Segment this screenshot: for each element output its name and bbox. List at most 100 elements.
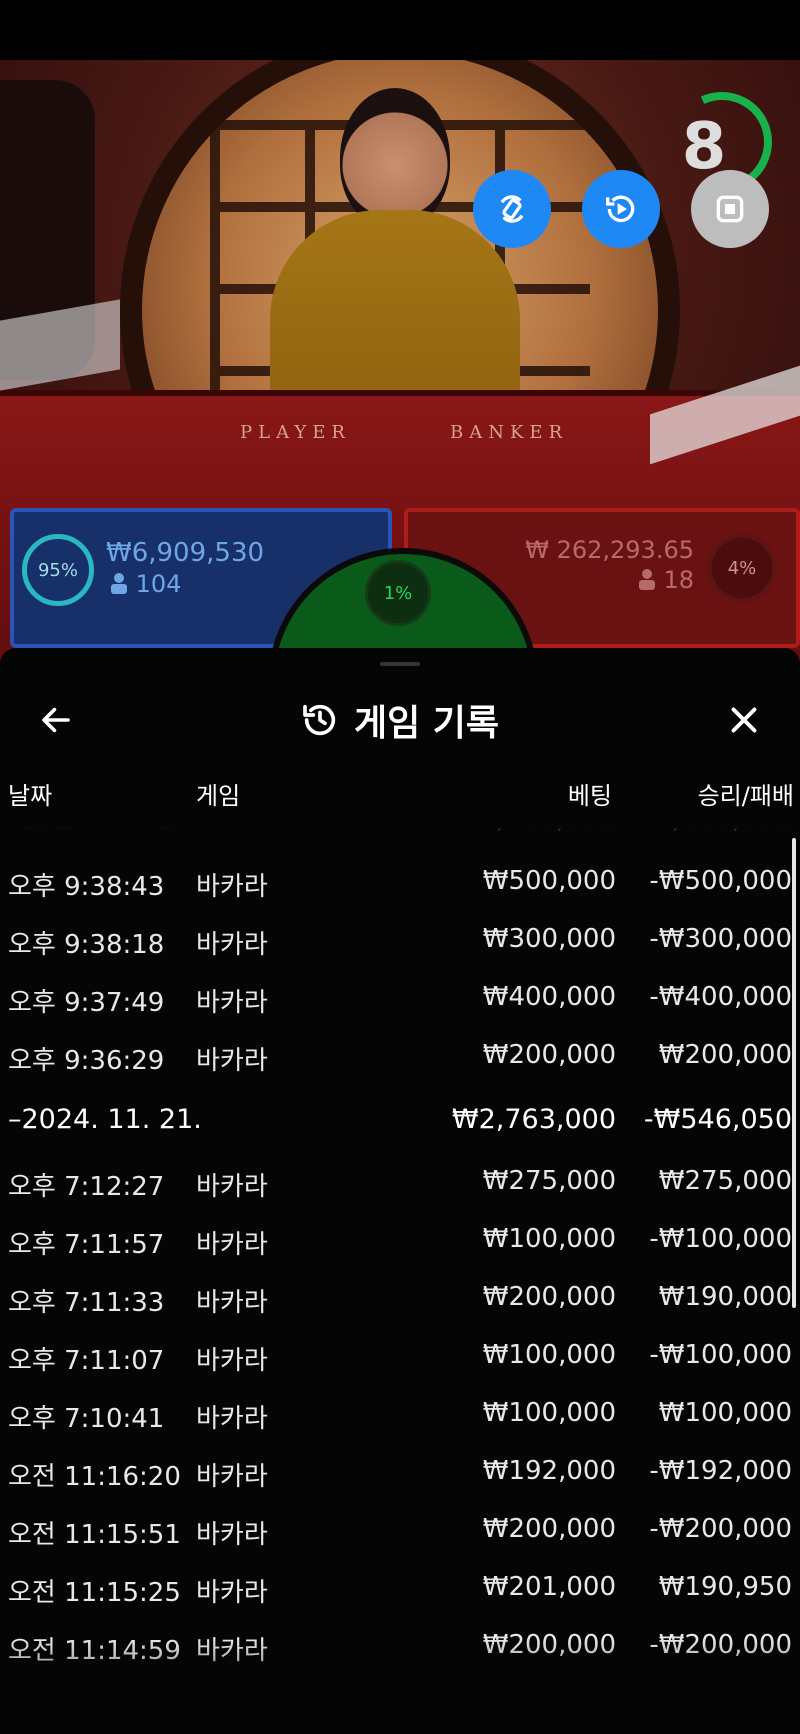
history-bet: ₩200,000	[482, 1282, 616, 1312]
column-header-result: 승리/패배	[697, 782, 794, 810]
column-header-bet: 베팅	[567, 782, 612, 810]
history-time: 오후 7:11:33	[8, 1288, 165, 1318]
history-result: -₩100,000	[649, 1224, 792, 1254]
history-list[interactable]: –2024. 11. 24. ₩1,400,000-₩1,000,000 오후 9:…	[0, 828, 800, 1728]
history-time: 오전 11:15:25	[8, 1578, 181, 1608]
history-row[interactable]: 오후 9:36:29 바카라 ₩200,000 ₩200,000	[0, 1040, 800, 1080]
history-date-group-row[interactable]: –2024. 11. 21. ₩2,763,000 -₩546,050	[0, 1104, 800, 1144]
history-result: -₩200,000	[649, 1630, 792, 1660]
history-bet: ₩201,000	[482, 1572, 616, 1602]
history-game: 바카라	[196, 872, 268, 902]
history-result: -₩200,000	[649, 1514, 792, 1544]
history-result: ₩275,000	[658, 1166, 792, 1196]
history-bet: ₩100,000	[482, 1224, 616, 1254]
person-icon	[638, 569, 655, 590]
history-result: -₩300,000	[649, 924, 792, 954]
player-count-value: 104	[135, 570, 182, 598]
player-bet-amount: ₩6,909,530	[106, 538, 265, 568]
history-bet: ₩200,000	[482, 1514, 616, 1544]
history-bet-total: ₩1,400,000	[452, 828, 616, 835]
history-game: 바카라	[196, 1404, 268, 1434]
history-time: 오후 9:37:49	[8, 988, 165, 1018]
history-time: 오후 7:11:57	[8, 1230, 165, 1260]
banker-percent-ring: 4%	[708, 534, 776, 602]
banker-count: 18	[638, 566, 694, 594]
sheet-drag-handle[interactable]	[380, 662, 420, 666]
history-game: 바카라	[196, 1346, 268, 1376]
history-bet: ₩400,000	[482, 982, 616, 1012]
close-icon	[731, 707, 757, 733]
history-date-group-row[interactable]: –2024. 11. 24. ₩1,400,000-₩1,000,000	[0, 828, 800, 844]
history-row[interactable]: 오후 9:38:18 바카라 ₩300,000 -₩300,000	[0, 924, 800, 964]
history-row[interactable]: 오후 9:37:49 바카라 ₩400,000 -₩400,000	[0, 982, 800, 1022]
game-history-sheet: 게임 기록 날짜 게임 베팅 승리/패배 –2024. 11. 24. ₩1,40…	[0, 648, 800, 1734]
column-header-date: 날짜	[8, 782, 53, 810]
history-time: 오전 11:14:59	[8, 1636, 181, 1666]
history-result-total: -₩1,000,000	[618, 828, 792, 835]
history-row[interactable]: 오전 11:16:20 바카라 ₩192,000 -₩192,000	[0, 1456, 800, 1496]
autoplay-button[interactable]	[582, 170, 660, 248]
sheet-title: 게임 기록	[300, 688, 499, 752]
rotate-icon	[500, 195, 524, 223]
history-bet-total: ₩2,763,000	[451, 1104, 616, 1135]
history-bet: ₩100,000	[482, 1398, 616, 1428]
history-row[interactable]: 오전 11:15:25 바카라 ₩201,000 ₩190,950	[0, 1572, 800, 1612]
history-time: 오전 11:15:51	[8, 1520, 181, 1550]
history-game: 바카라	[196, 988, 268, 1018]
history-bet: ₩192,000	[482, 1456, 616, 1486]
history-time: 오후 9:38:18	[8, 930, 165, 960]
history-game: 바카라	[196, 930, 268, 960]
history-row[interactable]: 오전 11:15:51 바카라 ₩200,000 -₩200,000	[0, 1514, 800, 1554]
history-scrollbar[interactable]	[792, 838, 796, 1308]
history-result: ₩100,000	[658, 1398, 792, 1428]
history-row[interactable]: 오전 11:14:59 바카라 ₩200,000 -₩200,000	[0, 1630, 800, 1670]
history-bet: ₩100,000	[482, 1340, 616, 1370]
history-game: 바카라	[196, 1462, 268, 1492]
history-date: –2024. 11. 21.	[8, 1104, 202, 1135]
history-row[interactable]: 오후 7:11:33 바카라 ₩200,000 ₩190,000	[0, 1282, 800, 1322]
history-result: ₩190,950	[658, 1572, 792, 1602]
history-time: 오후 7:10:41	[8, 1404, 165, 1434]
bet-summary-bar: 95% ₩6,909,530 104 1% ₩ 262,293.65 18 4%	[10, 508, 800, 818]
history-row[interactable]: 오후 7:12:27 바카라 ₩275,000 ₩275,000	[0, 1166, 800, 1206]
history-row[interactable]: 오후 7:10:41 바카라 ₩100,000 ₩100,000	[0, 1398, 800, 1438]
history-game: 바카라	[196, 1288, 268, 1318]
history-row[interactable]: 오후 7:11:57 바카라 ₩100,000 -₩100,000	[0, 1224, 800, 1264]
back-button[interactable]	[34, 698, 78, 742]
close-button[interactable]	[722, 698, 766, 742]
history-row[interactable]: 오후 9:38:43 바카라 ₩500,000 -₩500,000	[0, 866, 800, 906]
status-bar	[0, 0, 800, 60]
player-count: 104	[110, 570, 181, 598]
history-result: -₩500,000	[649, 866, 792, 896]
history-result-total: -₩546,050	[643, 1104, 792, 1135]
rotate-view-button[interactable]	[473, 170, 551, 248]
sheet-title-text: 게임 기록	[354, 703, 500, 744]
history-bet: ₩500,000	[482, 866, 616, 896]
tie-percent-ring: 1%	[365, 560, 431, 626]
replay-play-icon	[606, 195, 635, 223]
dealer-head	[340, 88, 450, 228]
history-row[interactable]: 오후 7:11:07 바카라 ₩100,000 -₩100,000	[0, 1340, 800, 1380]
history-result: -₩192,000	[649, 1456, 792, 1486]
history-game: 바카라	[196, 1172, 268, 1202]
sheet-header: 게임 기록	[0, 688, 800, 752]
column-header-game: 게임	[196, 782, 241, 810]
history-icon	[303, 704, 336, 736]
history-game: 바카라	[196, 1230, 268, 1260]
history-bet: ₩300,000	[482, 924, 616, 954]
history-game: 바카라	[196, 1520, 268, 1550]
history-time: 오후 9:36:29	[8, 1046, 165, 1076]
felt-banker-label: BANKER	[450, 422, 569, 443]
banker-count-value: 18	[663, 566, 694, 594]
history-bet: ₩200,000	[482, 1630, 616, 1660]
history-result: -₩400,000	[649, 982, 792, 1012]
history-time: 오후 9:38:43	[8, 872, 165, 902]
history-game: 바카라	[196, 1636, 268, 1666]
stop-icon	[716, 195, 744, 223]
history-time: 오전 11:16:20	[8, 1462, 181, 1492]
history-date: –2024. 11. 24.	[8, 828, 202, 835]
player-percent-ring: 95%	[22, 534, 94, 606]
stop-button[interactable]	[691, 170, 769, 248]
banker-bet-amount: ₩ 262,293.65	[525, 536, 694, 564]
history-bet: ₩275,000	[482, 1166, 616, 1196]
